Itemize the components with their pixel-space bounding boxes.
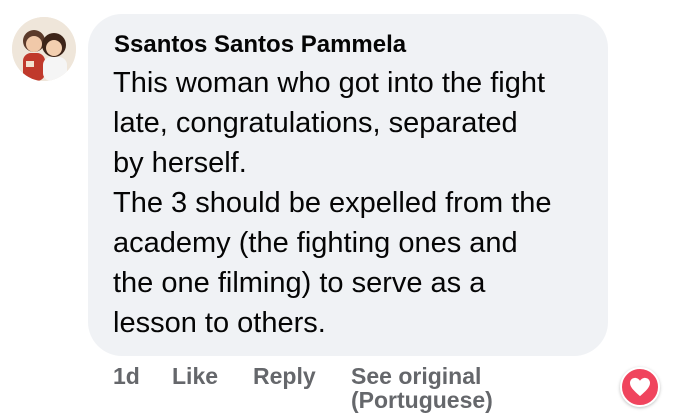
avatar[interactable]	[12, 17, 76, 81]
comment-text-line: academy (the fighting ones and	[113, 227, 518, 259]
see-original-label: See original	[351, 363, 482, 389]
comment-text-line: The 3 should be expelled from the	[113, 187, 552, 219]
comment-text-line: by herself.	[113, 147, 247, 179]
comment-text-line: This woman who got into the fight	[113, 67, 546, 99]
comment-text-line: late, congratulations, separated	[113, 107, 518, 139]
reply-button[interactable]: Reply	[253, 364, 316, 388]
comment-author[interactable]: Ssantos Santos Pammela	[114, 31, 406, 59]
comment-text-line: lesson to others.	[113, 307, 326, 339]
comment-text-line: the one filming) to serve as a	[113, 267, 486, 299]
love-reaction[interactable]	[620, 367, 660, 407]
see-original-language: (Portuguese)	[351, 387, 493, 413]
heart-icon	[630, 377, 650, 397]
like-button[interactable]: Like	[172, 364, 218, 388]
comment-timestamp[interactable]: 1d	[113, 364, 140, 388]
see-original-link[interactable]: See original (Portuguese)	[351, 364, 493, 412]
